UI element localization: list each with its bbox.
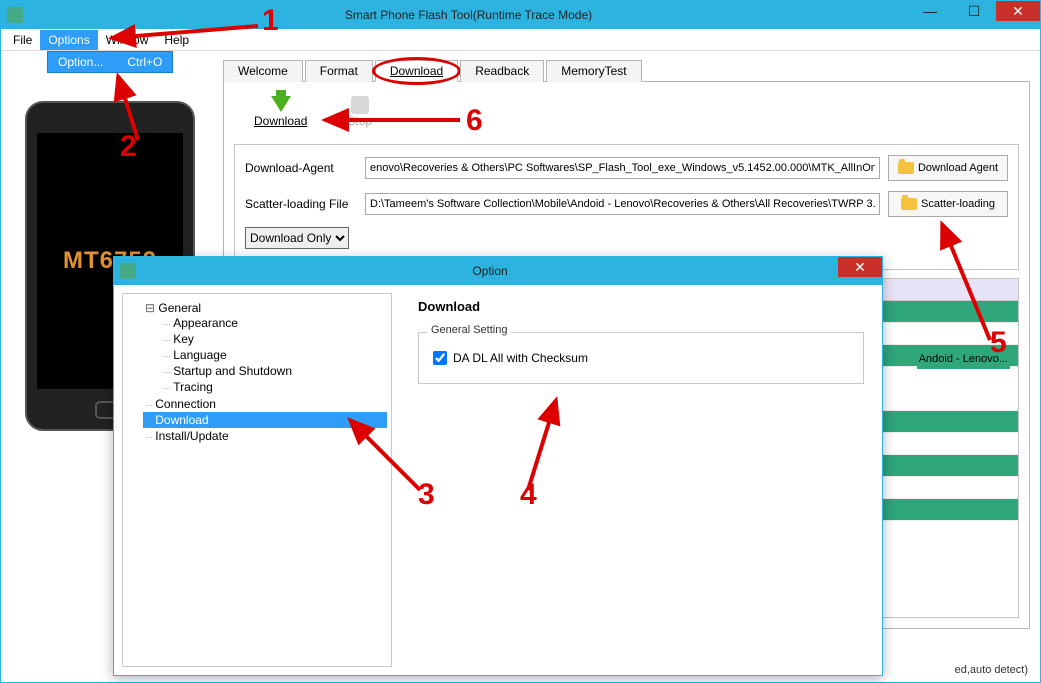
tabs: Welcome Format Download Readback MemoryT… — [223, 59, 1030, 82]
tree-key[interactable]: Key — [161, 331, 385, 347]
tab-download-label: Download — [390, 64, 443, 78]
tree-general[interactable]: General Appearance Key Language Startup … — [143, 300, 387, 396]
tree-install[interactable]: Install/Update — [143, 428, 387, 444]
scatter-input[interactable] — [365, 193, 880, 215]
option-title: Option — [142, 264, 838, 278]
scatter-label: Scatter-loading File — [245, 197, 365, 211]
menu-help[interactable]: Help — [156, 30, 197, 50]
stop-icon — [351, 96, 369, 114]
window-title: Smart Phone Flash Tool(Runtime Trace Mod… — [29, 8, 908, 22]
download-action-label: Download — [254, 114, 307, 128]
tree-startup[interactable]: Startup and Shutdown — [161, 363, 385, 379]
window-controls: — ☐ ✕ — [908, 1, 1040, 29]
checksum-checkbox-row[interactable]: DA DL All with Checksum — [433, 351, 849, 365]
stop-action[interactable]: Stop — [347, 96, 372, 128]
action-row: Download Stop — [234, 92, 1019, 140]
option-close-button[interactable]: ✕ — [838, 257, 882, 277]
da-btn-label: Download Agent — [918, 162, 998, 174]
status-text: ed,auto detect) — [955, 664, 1028, 676]
download-action[interactable]: Download — [254, 96, 307, 128]
scatter-browse-button[interactable]: Scatter-loading — [888, 191, 1008, 217]
menu-option-shortcut: Ctrl+O — [127, 55, 162, 69]
da-browse-button[interactable]: Download Agent — [888, 155, 1008, 181]
options-dropdown: Option... Ctrl+O — [47, 51, 173, 73]
tree-appearance[interactable]: Appearance — [161, 315, 385, 331]
checksum-checkbox[interactable] — [433, 351, 447, 365]
mode-select[interactable]: Download Only — [245, 227, 349, 249]
tree-tracing[interactable]: Tracing — [161, 379, 385, 395]
menu-options[interactable]: Options — [40, 30, 97, 50]
tab-format[interactable]: Format — [305, 60, 373, 82]
tab-download[interactable]: Download — [375, 60, 458, 82]
option-dialog: Option ✕ General Appearance Key Language… — [113, 256, 883, 676]
option-icon — [120, 263, 136, 279]
tab-welcome[interactable]: Welcome — [223, 60, 303, 82]
maximize-button[interactable]: ☐ — [952, 1, 996, 21]
option-titlebar: Option ✕ — [114, 257, 882, 285]
menu-file[interactable]: File — [5, 30, 40, 50]
tree-download[interactable]: Download — [143, 412, 387, 428]
mode-row: Download Only — [245, 227, 1008, 249]
option-heading: Download — [418, 299, 864, 314]
close-button[interactable]: ✕ — [996, 1, 1040, 21]
option-body: General Appearance Key Language Startup … — [114, 285, 882, 675]
checksum-label: DA DL All with Checksum — [453, 351, 588, 365]
menu-option-label: Option... — [58, 55, 103, 69]
tree-connection[interactable]: Connection — [143, 396, 387, 412]
menu-option-item[interactable]: Option... Ctrl+O — [48, 52, 172, 72]
stop-action-label: Stop — [347, 114, 372, 128]
general-setting-group: General Setting DA DL All with Checksum — [418, 332, 864, 384]
menubar: File Options Window Help Option... Ctrl+… — [1, 29, 1040, 51]
tab-memorytest[interactable]: MemoryTest — [546, 60, 641, 82]
minimize-button[interactable]: — — [908, 1, 952, 21]
folder-icon — [901, 198, 917, 210]
main-titlebar: Smart Phone Flash Tool(Runtime Trace Mod… — [1, 1, 1040, 29]
location-cell: Andoid - Lenovo... — [917, 349, 1010, 369]
group-legend: General Setting — [427, 324, 511, 336]
file-fields: Download-Agent Download Agent Scatter-lo… — [234, 144, 1019, 270]
tree-language[interactable]: Language — [161, 347, 385, 363]
da-row: Download-Agent Download Agent — [245, 155, 1008, 181]
menu-window[interactable]: Window — [98, 30, 157, 50]
scatter-row: Scatter-loading File Scatter-loading — [245, 191, 1008, 217]
download-arrow-icon — [271, 96, 291, 112]
folder-icon — [898, 162, 914, 174]
da-input[interactable] — [365, 157, 880, 179]
option-window-controls: ✕ — [838, 257, 882, 285]
option-tree[interactable]: General Appearance Key Language Startup … — [122, 293, 392, 667]
scatter-btn-label: Scatter-loading — [921, 198, 995, 210]
app-icon — [7, 7, 23, 23]
tab-readback[interactable]: Readback — [460, 60, 544, 82]
option-right-pane: Download General Setting DA DL All with … — [400, 285, 882, 675]
da-label: Download-Agent — [245, 161, 365, 175]
